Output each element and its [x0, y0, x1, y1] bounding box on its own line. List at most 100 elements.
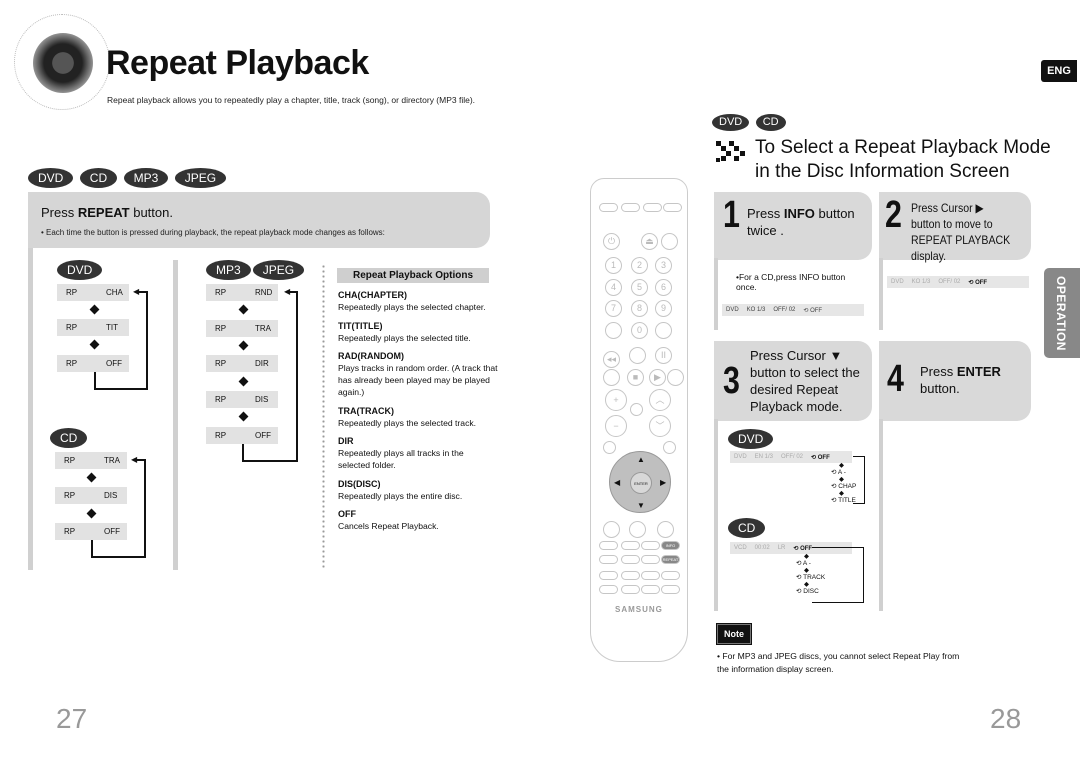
badge-jpeg: JPEG: [174, 168, 227, 188]
loop-arrow: [144, 459, 146, 541]
arrow-down-icon: [238, 304, 249, 315]
badge-cd: CD: [50, 428, 88, 448]
tuning-up-icon: ︿: [649, 389, 671, 411]
return-icon: [663, 441, 676, 454]
rewind-icon: ◂◂: [603, 351, 620, 368]
mode-row: RP DIS: [55, 487, 127, 504]
dpad: ▲ ▼ ◀ ▶ ENTER: [609, 451, 671, 513]
remote-button: [621, 541, 640, 550]
loop-arrow: [146, 291, 148, 373]
mode-row: RP OFF: [55, 523, 127, 540]
divider: [714, 419, 718, 611]
num-button: 1: [605, 257, 622, 274]
disc-badges: DVD CD: [712, 112, 788, 131]
remote-control-illustration: ⏻ ⏏ 1 2 3 4 5 6 7 8 9 0 ◂◂ II ■ ▶ + ︿ − …: [590, 178, 688, 662]
mode-row: RP TRA: [55, 452, 127, 469]
remote-button: [663, 203, 682, 212]
arrow-down-icon: [238, 376, 249, 387]
option-item: CHA(CHAPTER) Repeatedly plays the selecte…: [338, 290, 486, 312]
next-icon: [667, 369, 684, 386]
badge-cd: CD: [755, 114, 786, 131]
pause-icon: II: [655, 347, 672, 364]
num-button: 4: [605, 279, 622, 296]
repeat-button: REPEAT: [661, 555, 680, 564]
loop-arrow: [94, 372, 148, 390]
divider: [879, 258, 883, 330]
num-button: 2: [631, 257, 648, 274]
remote-button: [661, 585, 680, 594]
step-number: 1: [723, 194, 740, 236]
badge-dvd: DVD: [728, 429, 774, 449]
repeat-icon: ⟲ OFF: [968, 279, 988, 286]
badge-jpeg: JPEG: [252, 260, 305, 280]
num-button: 9: [655, 300, 672, 317]
language-tab: ENG: [1041, 60, 1077, 82]
step-number: 2: [885, 194, 902, 236]
divider: [173, 260, 178, 570]
remote-button: [655, 322, 672, 339]
osd-bar: DVD KO 1/3 OFF/ 02 ⟲ OFF: [722, 304, 864, 316]
remote-button: [641, 585, 660, 594]
page-title: Repeat Playback: [106, 44, 369, 82]
menu-icon: [603, 441, 616, 454]
enter-button: ENTER: [630, 472, 652, 494]
arrow-left-icon: ◀: [133, 287, 140, 296]
cursor-left-icon: ◀: [614, 478, 621, 487]
cursor-down-icon: ▼: [637, 501, 645, 510]
option-item: OFF Cancels Repeat Playback.: [338, 509, 439, 531]
press-heading: Press REPEAT button.: [41, 205, 173, 220]
badge-cd: CD: [79, 168, 118, 188]
step-text: Press INFO button twice .: [747, 206, 855, 238]
remote-button: [599, 203, 618, 212]
badge-cd: CD: [728, 518, 766, 538]
remote-button: [657, 521, 674, 538]
repeat-icon: ⟲ OFF: [803, 307, 823, 314]
play-icon: ▶: [649, 369, 666, 386]
mode-row: RP TRA: [206, 320, 278, 337]
brand-logo: SAMSUNG: [615, 605, 663, 614]
operation-side-tab: OPERATION: [1044, 268, 1080, 358]
badge-dvd: DVD: [57, 260, 103, 280]
speaker-logo-icon: [14, 14, 110, 110]
cursor-up-icon: ▲: [637, 455, 645, 464]
arrow-down-icon: [89, 304, 100, 315]
press-note: • Each time the button is pressed during…: [41, 228, 385, 237]
info-button: INFO: [661, 541, 680, 550]
badge-dvd: DVD: [28, 168, 74, 188]
arrow-down-icon: [89, 339, 100, 350]
remote-button: [599, 541, 618, 550]
loop-arrow: [91, 540, 146, 558]
mode-row: RP DIS: [206, 391, 278, 408]
note-badge: Note: [716, 623, 752, 645]
arrow-left-icon: ◀: [284, 287, 291, 296]
prev-icon: [603, 369, 620, 386]
num-button: 8: [631, 300, 648, 317]
arrow-left-icon: ◀: [131, 455, 138, 464]
badge-dvd: DVD: [712, 114, 750, 131]
option-item: RAD(RANDOM) Plays tracks in random order.…: [338, 351, 498, 397]
remote-button: [603, 521, 620, 538]
cursor-right-icon: ▶: [660, 478, 667, 487]
remote-button: [621, 203, 640, 212]
option-item: DIR Repeatedly plays all tracks in the se…: [338, 436, 464, 470]
step-text: Press Cursor ▶ button to move to REPEAT …: [911, 201, 1011, 263]
note-text: • For MP3 and JPEG discs, you cannot sel…: [717, 651, 960, 674]
volume-down-icon: −: [605, 415, 627, 437]
mode-row: RP OFF: [206, 427, 278, 444]
tuning-down-icon: ﹀: [649, 415, 671, 437]
checker-bullet-icon: [716, 141, 745, 162]
page-subtitle: Repeat playback allows you to repeatedly…: [107, 95, 476, 105]
remote-button: [621, 585, 640, 594]
loop-arrow: [296, 291, 298, 445]
arrow-down-icon: [86, 508, 97, 519]
remote-button: [661, 233, 678, 250]
osd-bar: DVD KO 1/3 OFF/ 02 ⟲ OFF: [887, 276, 1029, 288]
page-number-right: 28: [990, 703, 1022, 734]
options-heading: Repeat Playback Options: [337, 268, 489, 283]
remote-button: [629, 521, 646, 538]
step-number: 4: [887, 358, 904, 400]
step-text: Press Cursor ▼ button to select the desi…: [750, 348, 860, 414]
remote-button: [599, 555, 618, 564]
option-item: TRA(TRACK) Repeatedly plays the selected …: [338, 406, 477, 428]
volume-up-icon: +: [605, 389, 627, 411]
